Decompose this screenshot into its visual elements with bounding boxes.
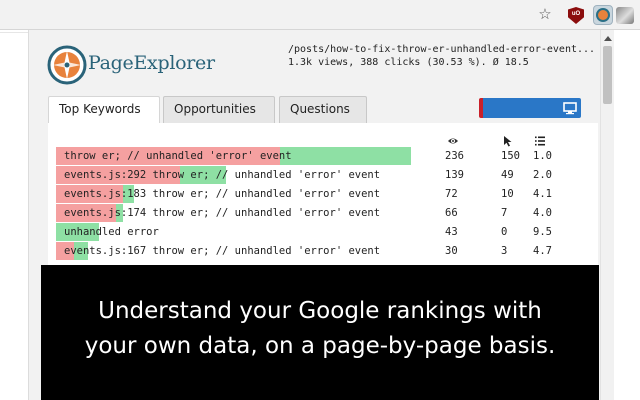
views-value: 139: [445, 169, 464, 181]
keyword-text: throw er; // unhandled 'error' event: [64, 150, 292, 162]
scroll-up-arrow-icon[interactable]: [604, 36, 612, 41]
views-value: 43: [445, 226, 458, 238]
scroll-thumb[interactable]: [603, 46, 612, 104]
profile-avatar-icon[interactable]: [616, 7, 634, 24]
keyword-text: events.js:174 throw er; // unhandled 'er…: [64, 207, 381, 219]
keyword-text: events.js:183 throw er; // unhandled 'er…: [64, 188, 381, 200]
browser-toolbar: ☆ uO: [0, 0, 640, 30]
tab-opportunities[interactable]: Opportunities: [163, 96, 275, 123]
views-value: 66: [445, 207, 458, 219]
caption-line-1: Understand your Google rankings with: [98, 298, 542, 324]
keyword-text: events.js:167 throw er; // unhandled 'er…: [64, 245, 381, 257]
keyword-text: unhandled error: [64, 226, 159, 238]
keyword-text: events.js:292 throw er; // unhandled 'er…: [64, 169, 381, 181]
clicks-value: 3: [501, 245, 508, 257]
ublock-icon[interactable]: uO: [568, 7, 584, 24]
keyword-row[interactable]: unhandled error 43 0 9.5: [56, 223, 586, 241]
position-value: 4.1: [533, 188, 552, 200]
caption-line-2: your own data, on a page-by-page basis.: [84, 333, 556, 359]
position-value: 4.0: [533, 207, 552, 219]
keyword-row[interactable]: events.js:174 throw er; // unhandled 'er…: [56, 204, 586, 222]
no-click-share-bar: [280, 147, 411, 165]
keyword-row[interactable]: events.js:292 throw er; // unhandled 'er…: [56, 166, 586, 184]
views-value: 30: [445, 245, 458, 257]
page-stats: 1.3k views, 388 clicks (30.53 %). Ø 18.5: [288, 57, 529, 68]
clicks-value: 150: [501, 150, 520, 162]
views-value: 72: [445, 188, 458, 200]
keyword-row[interactable]: events.js:167 throw er; // unhandled 'er…: [56, 242, 586, 260]
position-value: 4.7: [533, 245, 552, 257]
clicks-value: 0: [501, 226, 508, 238]
keyword-row[interactable]: throw er; // unhandled 'error' event 236…: [56, 147, 586, 165]
position-value: 2.0: [533, 169, 552, 181]
eye-icon: [448, 138, 458, 144]
popup-scrollbar[interactable]: [600, 30, 614, 400]
cursor-icon: [504, 136, 512, 147]
position-value: 9.5: [533, 226, 552, 238]
promo-caption: Understand your Google rankings with you…: [41, 265, 599, 400]
brand-name: PageExplorer: [88, 52, 215, 74]
tab-top-keywords[interactable]: Top Keywords: [48, 96, 160, 124]
device-toggle-button[interactable]: [479, 98, 581, 118]
clicks-value: 7: [501, 207, 508, 219]
pageexplorer-extension-icon[interactable]: [593, 5, 613, 25]
views-value: 236: [445, 150, 464, 162]
list-icon: [535, 136, 545, 146]
monitor-icon: [563, 102, 577, 115]
pageexplorer-logo-icon: [47, 45, 87, 85]
star-icon[interactable]: ☆: [536, 6, 554, 24]
page-url: /posts/how-to-fix-throw-er-unhandled-err…: [288, 44, 596, 55]
clicks-value: 49: [501, 169, 514, 181]
keyword-row[interactable]: events.js:183 throw er; // unhandled 'er…: [56, 185, 586, 203]
page-background: [0, 30, 28, 400]
tab-questions[interactable]: Questions: [279, 96, 367, 123]
position-value: 1.0: [533, 150, 552, 162]
clicks-value: 10: [501, 188, 514, 200]
